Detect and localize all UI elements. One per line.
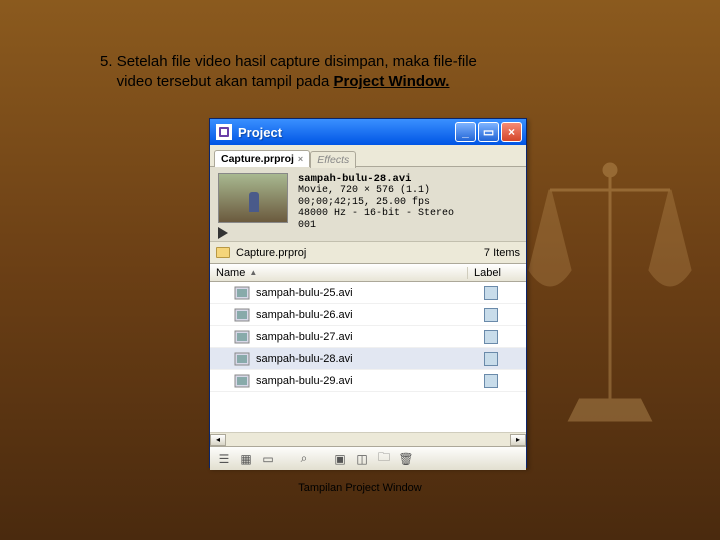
new-item-icon[interactable]: ◫ — [354, 451, 370, 467]
play-icon[interactable] — [218, 227, 228, 239]
breadcrumb: Capture.prproj 7 Items — [210, 242, 526, 264]
video-file-icon — [234, 308, 250, 322]
label-swatch[interactable] — [484, 352, 498, 366]
label-swatch[interactable] — [484, 330, 498, 344]
list-item[interactable]: sampah-bulu-26.avi — [210, 304, 526, 326]
panel-tabs: Capture.prproj × Effects — [210, 145, 526, 167]
clip-preview: sampah-bulu-28.avi Movie, 720 × 576 (1.1… — [210, 167, 526, 242]
file-list: sampah-bulu-25.avi sampah-bulu-26.avi sa… — [210, 282, 526, 432]
delete-icon[interactable]: 🗑 — [398, 451, 414, 467]
close-button[interactable]: × — [501, 122, 522, 142]
label-swatch[interactable] — [484, 374, 498, 388]
horizontal-scrollbar[interactable]: ◂ ▸ — [210, 432, 526, 446]
maximize-button[interactable]: ▭ — [478, 122, 499, 142]
new-bin-icon[interactable]: ▣ — [332, 451, 348, 467]
project-window-emphasis: Project Window. — [333, 73, 449, 90]
video-file-icon — [234, 286, 250, 300]
icon-view-icon[interactable]: ▦ — [238, 451, 254, 467]
clip-filename: sampah-bulu-28.avi — [298, 173, 454, 185]
list-item[interactable]: sampah-bulu-28.avi — [210, 348, 526, 370]
scroll-left-button[interactable]: ◂ — [210, 434, 226, 446]
app-icon — [216, 124, 232, 140]
label-swatch[interactable] — [484, 308, 498, 322]
instruction-text: 5. Setelah file video hasil capture disi… — [100, 52, 590, 93]
scales-icon — [510, 140, 710, 440]
figure-caption: Tampilan Project Window — [0, 482, 720, 494]
list-item[interactable]: sampah-bulu-25.avi — [210, 282, 526, 304]
items-count: 7 Items — [484, 247, 520, 259]
step-number: 5. — [100, 53, 117, 70]
column-label[interactable]: Label — [468, 267, 526, 279]
label-swatch[interactable] — [484, 286, 498, 300]
video-file-icon — [234, 352, 250, 366]
project-window: Project _ ▭ × Capture.prproj × Effects s… — [209, 118, 527, 468]
minimize-button[interactable]: _ — [455, 122, 476, 142]
bottom-toolbar: ☰ ▦ ▭ ⌕ ▣ ◫ 🗀 🗑 — [210, 446, 526, 470]
sort-arrow-icon: ▲ — [249, 268, 257, 277]
column-name[interactable]: Name ▲ — [210, 267, 468, 279]
list-header: Name ▲ Label — [210, 264, 526, 282]
scales-watermark — [510, 140, 710, 440]
folder-icon — [216, 247, 230, 258]
clip-metadata: sampah-bulu-28.avi Movie, 720 × 576 (1.1… — [292, 173, 454, 235]
scroll-right-button[interactable]: ▸ — [510, 434, 526, 446]
project-filename: Capture.prproj — [236, 247, 306, 259]
tab-capture[interactable]: Capture.prproj × — [214, 150, 310, 167]
tab-effects[interactable]: Effects — [310, 151, 356, 168]
titlebar[interactable]: Project _ ▭ × — [210, 119, 526, 145]
clip-thumbnail[interactable] — [218, 173, 288, 223]
list-view-icon[interactable]: ☰ — [216, 451, 232, 467]
new-folder-icon[interactable]: 🗀 — [376, 451, 392, 467]
auto-to-seq-icon[interactable]: ▭ — [260, 451, 276, 467]
video-file-icon — [234, 374, 250, 388]
window-title: Project — [238, 125, 455, 140]
video-file-icon — [234, 330, 250, 344]
list-item[interactable]: sampah-bulu-27.avi — [210, 326, 526, 348]
list-item[interactable]: sampah-bulu-29.avi — [210, 370, 526, 392]
tab-close-icon[interactable]: × — [298, 154, 303, 164]
find-icon[interactable]: ⌕ — [296, 451, 312, 467]
